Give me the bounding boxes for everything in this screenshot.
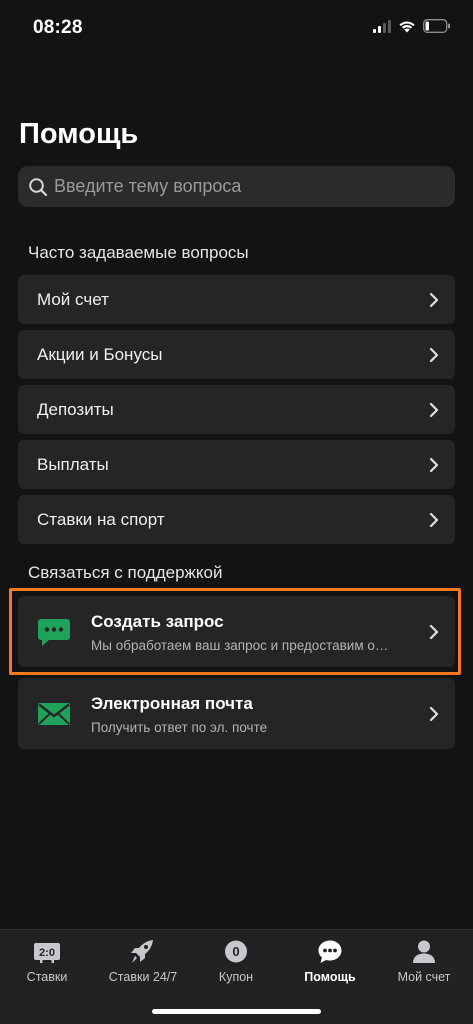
- tab-label: Помощь: [304, 970, 356, 984]
- tab-my-account[interactable]: Мой счет: [377, 930, 471, 1000]
- faq-list: Мой счет Акции и Бонусы Депозиты Выплаты…: [18, 275, 455, 550]
- envelope-icon: [38, 702, 70, 725]
- chevron-right-icon: [429, 402, 439, 417]
- rocket-icon: [131, 940, 153, 963]
- coupon-icon: 0: [225, 940, 247, 963]
- email-support-card[interactable]: Электронная почта Получить ответ по эл. …: [18, 678, 455, 749]
- support-section-title: Связаться с поддержкой: [28, 563, 223, 582]
- create-request-title: Создать запрос: [91, 612, 224, 631]
- tab-coupon[interactable]: 0 Купон: [189, 930, 283, 1000]
- faq-item-my-account[interactable]: Мой счет: [18, 275, 455, 324]
- cellular-signal-icon: [373, 19, 391, 33]
- tab-label: Купон: [218, 970, 254, 984]
- chevron-right-icon: [429, 512, 439, 527]
- faq-item-sports-betting[interactable]: Ставки на спорт: [18, 495, 455, 544]
- tab-bets-24-7[interactable]: Ставки 24/7: [96, 930, 190, 1000]
- wifi-icon: [399, 21, 415, 32]
- faq-item-promotions-bonuses[interactable]: Акции и Бонусы: [18, 330, 455, 379]
- scoreboard-icon: 2:0: [34, 943, 60, 963]
- user-icon: [413, 940, 435, 963]
- create-request-card[interactable]: Создать запрос Мы обработаем ваш запрос …: [18, 596, 455, 667]
- chat-bubble-icon: [38, 618, 70, 646]
- create-request-subtitle: Мы обработаем ваш запрос и предоставим о…: [91, 638, 389, 653]
- chevron-right-icon: [429, 292, 439, 307]
- svg-text:0: 0: [232, 944, 239, 959]
- search-icon: [29, 177, 48, 196]
- email-support-subtitle: Получить ответ по эл. почте: [91, 720, 268, 735]
- chevron-right-icon: [429, 706, 439, 721]
- help-chat-icon: [318, 940, 342, 963]
- help-screen: 08:28 Помощь Часто задаваемые в: [0, 0, 473, 1024]
- home-indicator: [152, 1009, 321, 1014]
- faq-item-label: Депозиты: [37, 399, 114, 419]
- tab-label: Ставки 24/7: [108, 970, 178, 984]
- chevron-right-icon: [429, 457, 439, 472]
- faq-item-label: Выплаты: [37, 454, 109, 474]
- chevron-right-icon: [429, 347, 439, 362]
- tab-label: Ставки: [26, 970, 68, 984]
- battery-icon: [423, 19, 450, 33]
- tab-help[interactable]: Помощь: [283, 930, 377, 1000]
- search-bar[interactable]: [18, 166, 455, 207]
- svg-text:2:0: 2:0: [39, 947, 55, 959]
- status-bar: 08:28: [0, 0, 473, 56]
- faq-item-label: Акции и Бонусы: [37, 344, 163, 364]
- faq-item-label: Мой счет: [37, 289, 109, 309]
- status-icons: [373, 19, 451, 33]
- tab-bets[interactable]: 2:0 Ставки: [0, 930, 94, 1000]
- faq-item-label: Ставки на спорт: [37, 509, 165, 529]
- page-title: Помощь: [19, 118, 139, 150]
- email-support-title: Электронная почта: [91, 694, 253, 713]
- faq-section-title: Часто задаваемые вопросы: [28, 243, 249, 262]
- status-time: 08:28: [33, 17, 83, 38]
- tab-label: Мой счет: [397, 970, 451, 984]
- chevron-right-icon: [429, 624, 439, 639]
- search-input[interactable]: [54, 176, 455, 197]
- faq-item-payouts[interactable]: Выплаты: [18, 440, 455, 489]
- faq-item-deposits[interactable]: Депозиты: [18, 385, 455, 434]
